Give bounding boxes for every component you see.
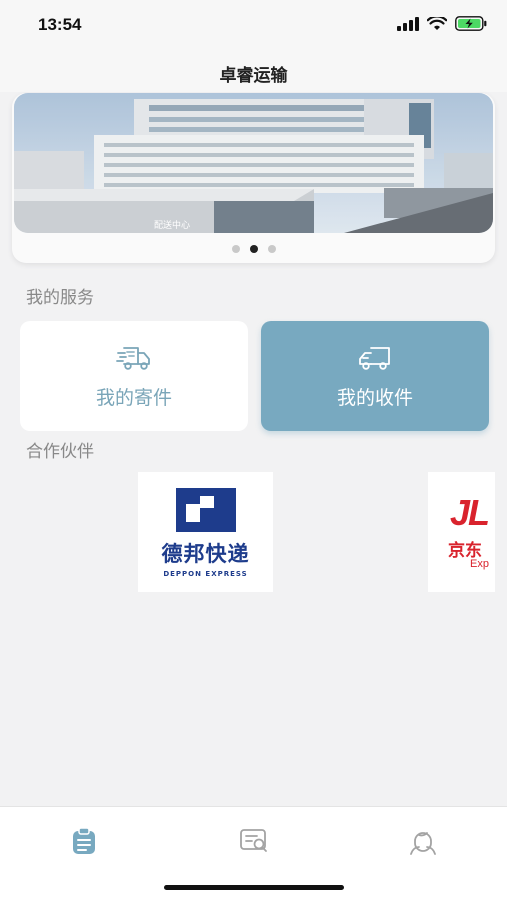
status-time: 13:54 xyxy=(38,15,82,34)
deppon-name: 德邦快递 xyxy=(161,542,250,566)
signal-icon xyxy=(397,16,419,31)
tab-orders[interactable] xyxy=(64,823,104,859)
my-receive-label: 我的收件 xyxy=(336,386,413,409)
carousel-dot-active[interactable] xyxy=(249,245,258,253)
my-send-button[interactable]: 我的寄件 xyxy=(20,321,248,431)
tab-tracking[interactable] xyxy=(234,823,274,859)
partner-logo-strip[interactable]: 德邦快递 DEPPON EXPRESS JL 京东 Exp xyxy=(0,472,495,592)
deppon-logo[interactable]: 德邦快递 DEPPON EXPRESS xyxy=(138,472,273,592)
banner-carousel[interactable]: 配送中心 xyxy=(12,93,495,263)
delivery-truck-icon xyxy=(116,346,150,370)
carousel-dot[interactable] xyxy=(231,245,240,253)
status-bar: 13:54 xyxy=(0,0,507,52)
jd-mark: JL xyxy=(450,492,490,533)
status-icons xyxy=(397,16,487,31)
carousel-dot[interactable] xyxy=(267,245,276,253)
my-send-label: 我的寄件 xyxy=(95,386,172,409)
partners-section-title: 合作伙伴 xyxy=(26,442,94,462)
deppon-subtitle: DEPPON EXPRESS xyxy=(163,570,248,578)
services-section-title: 我的服务 xyxy=(26,288,94,308)
deppon-mark-icon xyxy=(175,488,236,532)
search-document-icon xyxy=(240,829,267,852)
user-icon xyxy=(410,832,436,855)
battery-charging-icon xyxy=(455,16,487,31)
home-indicator[interactable] xyxy=(164,885,344,890)
truck-icon xyxy=(359,346,390,370)
tab-profile[interactable] xyxy=(403,823,443,859)
clipboard-icon xyxy=(73,827,95,854)
jd-subtitle: Exp xyxy=(470,558,489,570)
nav-bar: 卓睿运输 xyxy=(0,52,507,92)
wifi-icon xyxy=(427,16,447,30)
my-receive-button[interactable]: 我的收件 xyxy=(261,321,489,431)
page-title: 卓睿运输 xyxy=(219,66,288,86)
banner-image[interactable]: 配送中心 xyxy=(14,93,493,233)
jd-logo[interactable]: JL 京东 Exp xyxy=(428,472,495,592)
carousel-dots xyxy=(12,245,495,253)
